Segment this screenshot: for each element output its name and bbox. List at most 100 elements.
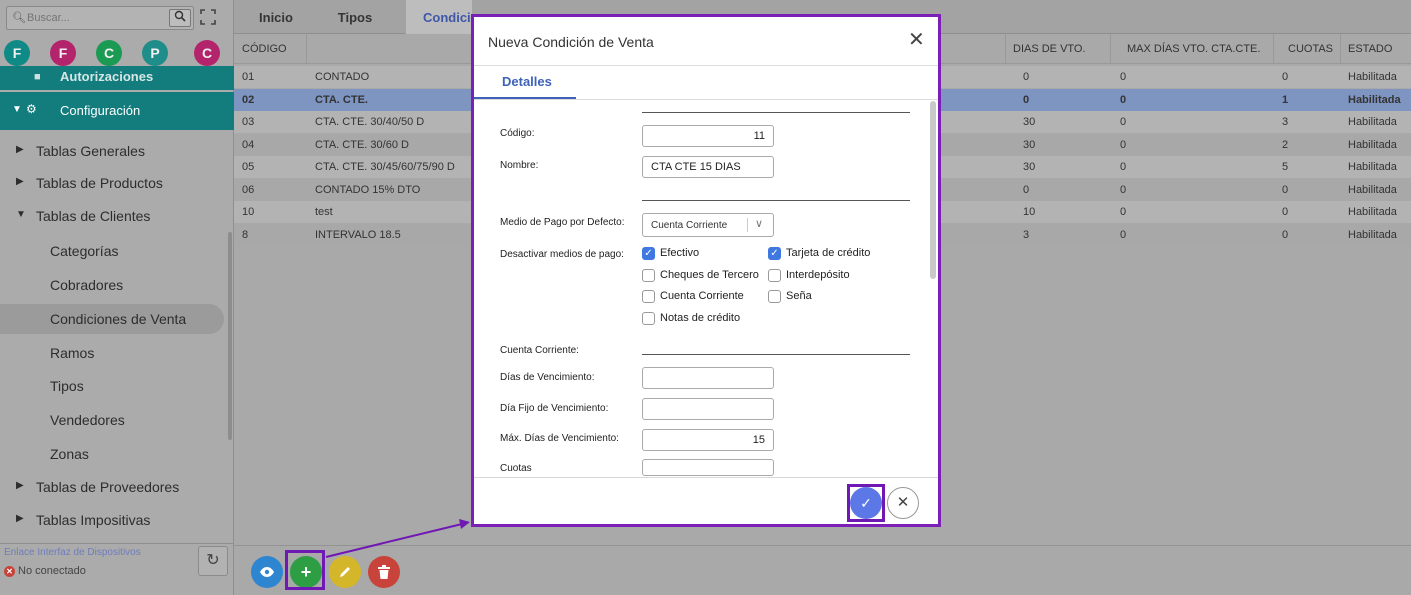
refresh-icon: ↻ bbox=[206, 552, 220, 569]
refresh-button[interactable]: ↻ bbox=[198, 546, 228, 576]
max-dias-field[interactable] bbox=[642, 429, 774, 451]
cell-dias-vto: 30 bbox=[1023, 138, 1036, 151]
col-dias-vto[interactable]: DIAS DE VTO. bbox=[1013, 43, 1086, 55]
quick-access-c1[interactable]: C bbox=[96, 40, 122, 66]
quick-access-c2[interactable]: C bbox=[194, 40, 220, 66]
medio-pago-select[interactable]: Cuenta Corriente ∨ bbox=[642, 213, 774, 237]
cell-dias-vto: 0 bbox=[1023, 183, 1030, 196]
tab-inicio[interactable]: Inicio bbox=[246, 0, 306, 34]
search-input[interactable] bbox=[27, 10, 147, 26]
chevron-down-icon: ∨ bbox=[755, 218, 764, 230]
dias-vencimiento-label: Días de Vencimiento: bbox=[500, 372, 595, 383]
checkbox-box bbox=[642, 312, 655, 325]
expand-icon[interactable] bbox=[200, 9, 216, 25]
sidebar-item-configuracion[interactable]: ▼ ⚙ Configuración bbox=[0, 92, 234, 130]
trash-icon bbox=[378, 565, 390, 579]
cell-dias-vto: 0 bbox=[1023, 71, 1030, 83]
caret-right-icon: ▶ bbox=[16, 513, 24, 524]
sidebar-item-label: Tipos bbox=[50, 378, 84, 394]
cell-nombre: CTA. CTE. 30/45/60/75/90 D bbox=[315, 161, 455, 173]
cell-nombre: CONTADO bbox=[315, 71, 370, 83]
sidebar-item-autorizaciones[interactable]: ■ Autorizaciones bbox=[0, 66, 234, 90]
sidebar-item-label: Tablas de Clientes bbox=[36, 208, 151, 224]
sidebar-subitem-condiciones-venta[interactable]: Condiciones de Venta bbox=[0, 304, 224, 334]
desactivar-label: Desactivar medios de pago: bbox=[500, 249, 624, 260]
sidebar-item-tablas-proveedores[interactable]: ▶ Tablas de Proveedores bbox=[0, 472, 234, 502]
sidebar-subitem-categorias[interactable]: Categorías bbox=[0, 236, 224, 266]
sidebar: 🔍︎ F F C P C ■ Autorizaciones ▼ ⚙ Config… bbox=[0, 0, 234, 595]
magnifier-icon bbox=[174, 10, 186, 22]
caret-right-icon: ▶ bbox=[16, 480, 24, 491]
delete-button[interactable] bbox=[368, 556, 400, 588]
sidebar-item-tablas-clientes[interactable]: ▼ Tablas de Clientes bbox=[0, 201, 234, 231]
cell-max-dias: 0 bbox=[1120, 228, 1127, 241]
cell-nombre: CTA. CTE. 30/60 D bbox=[315, 138, 409, 151]
cell-nombre: test bbox=[315, 206, 333, 218]
view-button[interactable] bbox=[251, 556, 283, 588]
cell-estado: Habilitada bbox=[1348, 206, 1397, 218]
cell-cuotas: 2 bbox=[1282, 138, 1289, 151]
dias-vencimiento-field[interactable] bbox=[642, 367, 774, 389]
tab-detalles[interactable]: Detalles bbox=[502, 74, 552, 89]
cell-max-dias: 0 bbox=[1120, 161, 1127, 173]
active-tab-underline bbox=[474, 97, 576, 99]
dialog-title: Nueva Condición de Venta bbox=[488, 34, 654, 50]
nombre-field[interactable] bbox=[642, 156, 774, 178]
dia-fijo-label: Día Fijo de Vencimiento: bbox=[500, 403, 609, 414]
nombre-label: Nombre: bbox=[500, 160, 539, 171]
checkbox-box bbox=[768, 290, 781, 303]
codigo-field[interactable] bbox=[642, 125, 774, 147]
cell-cuotas: 3 bbox=[1282, 116, 1289, 128]
sidebar-item-tablas-productos[interactable]: ▶ Tablas de Productos bbox=[0, 168, 234, 198]
cell-max-dias: 0 bbox=[1120, 93, 1127, 106]
close-icon[interactable]: ✕ bbox=[908, 27, 925, 52]
cell-nombre: CTA. CTE. bbox=[315, 93, 368, 106]
sidebar-scrollbar[interactable] bbox=[228, 232, 232, 440]
cancel-button[interactable]: ✕ bbox=[887, 487, 919, 519]
cell-dias-vto: 3 bbox=[1023, 228, 1030, 241]
sidebar-item-label: Cobradores bbox=[50, 277, 124, 293]
check-icon: ✓ bbox=[642, 247, 655, 260]
sidebar-item-label: Vendedores bbox=[50, 412, 125, 428]
cell-max-dias: 0 bbox=[1120, 116, 1127, 128]
quick-access-p[interactable]: P bbox=[142, 40, 168, 66]
dia-fijo-field[interactable] bbox=[642, 398, 774, 420]
quick-access-f2[interactable]: F bbox=[50, 40, 76, 66]
cell-nombre: CTA. CTE. 30/40/50 D bbox=[315, 116, 425, 128]
cuotas-field[interactable] bbox=[642, 459, 774, 476]
sidebar-item-tablas-generales[interactable]: ▶ Tablas Generales bbox=[0, 136, 234, 166]
sidebar-subitem-tipos[interactable]: Tipos bbox=[0, 371, 224, 401]
cell-estado: Habilitada bbox=[1348, 183, 1397, 196]
cell-codigo: 03 bbox=[242, 116, 255, 128]
col-max-dias[interactable]: MAX DÍAS VTO. CTA.CTE. bbox=[1127, 43, 1260, 55]
tab-tipos[interactable]: Tipos bbox=[324, 0, 386, 34]
cell-codigo: 02 bbox=[242, 93, 255, 106]
cell-codigo: 10 bbox=[242, 206, 255, 218]
sidebar-item-label: Categorías bbox=[50, 243, 119, 259]
search-button[interactable] bbox=[169, 9, 191, 27]
edit-button[interactable] bbox=[329, 556, 361, 588]
sidebar-item-tablas-impositivas[interactable]: ▶ Tablas Impositivas bbox=[0, 505, 234, 535]
sidebar-subitem-ramos[interactable]: Ramos bbox=[0, 338, 224, 368]
sidebar-subitem-vendedores[interactable]: Vendedores bbox=[0, 405, 224, 435]
checkbox-label: Cheques de Tercero bbox=[660, 269, 759, 281]
cell-cuotas: 0 bbox=[1282, 206, 1289, 218]
search-box: 🔍︎ bbox=[6, 6, 194, 30]
error-icon: ✕ bbox=[4, 566, 15, 577]
dialog-scrollbar[interactable] bbox=[930, 101, 936, 279]
checkbox-label: Notas de crédito bbox=[660, 312, 741, 324]
col-cuotas[interactable]: CUOTAS bbox=[1288, 43, 1333, 55]
cell-cuotas: 0 bbox=[1282, 228, 1289, 241]
cell-dias-vto: 10 bbox=[1023, 206, 1036, 218]
sidebar-item-label: Tablas Generales bbox=[36, 143, 145, 159]
sidebar-subitem-cobradores[interactable]: Cobradores bbox=[0, 270, 224, 300]
quick-access-f1[interactable]: F bbox=[4, 40, 30, 66]
sidebar-subitem-zonas[interactable]: Zonas bbox=[0, 439, 224, 469]
checkbox-label: Interdepósito bbox=[786, 269, 850, 281]
cell-cuotas: 0 bbox=[1282, 71, 1289, 83]
col-codigo[interactable]: CÓDIGO bbox=[242, 43, 287, 55]
caret-down-icon: ▼ bbox=[12, 104, 22, 115]
col-estado[interactable]: ESTADO bbox=[1348, 43, 1392, 55]
tab-condiciones-venta[interactable]: Condici bbox=[406, 0, 472, 34]
sidebar-item-label: Autorizaciones bbox=[60, 69, 154, 84]
